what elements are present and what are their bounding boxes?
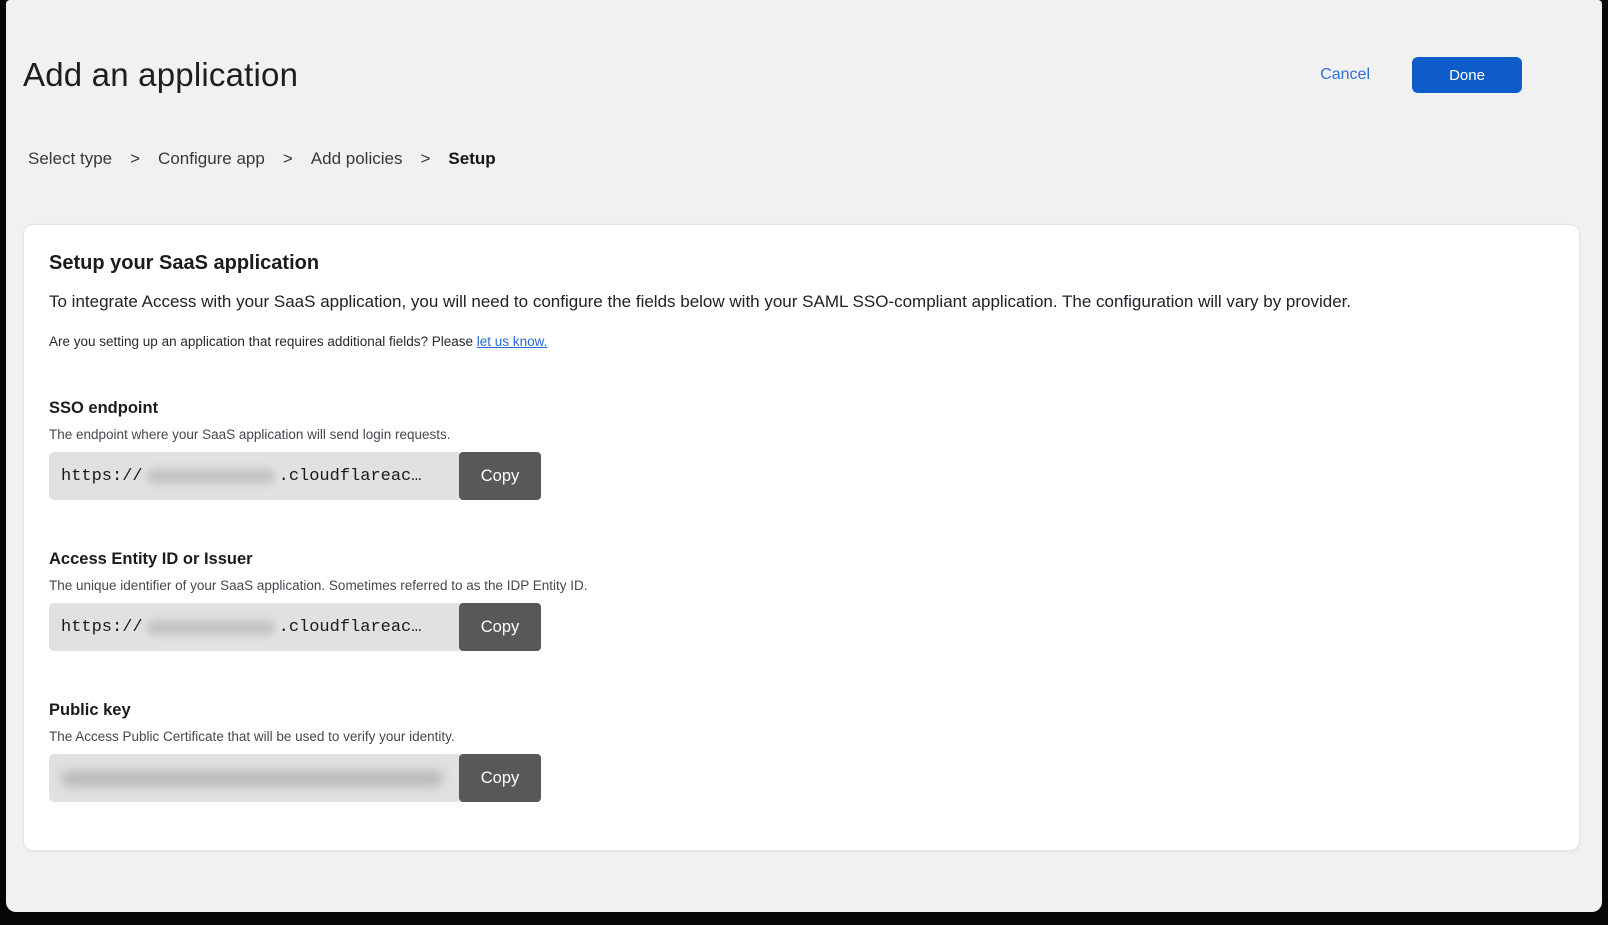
public-key-description: The Access Public Certificate that will … [49, 729, 1549, 744]
sso-endpoint-url-prefix: https:// [61, 467, 143, 486]
redacted-team-name [147, 620, 275, 635]
breadcrumb-step-add-policies[interactable]: Add policies [311, 149, 403, 169]
sso-endpoint-url-suffix: .cloudflareac… [279, 467, 422, 486]
app-window: Add an application Cancel Done Select ty… [6, 0, 1602, 912]
public-key-copy-button[interactable]: Copy [459, 754, 541, 802]
sso-endpoint-label: SSO endpoint [49, 399, 1549, 418]
access-entity-id-description: The unique identifier of your SaaS appli… [49, 578, 1549, 593]
public-key-value-row: Copy [49, 754, 541, 802]
page-header: Add an application Cancel Done [23, 56, 1522, 94]
access-entity-id-value-row: https:// .cloudflareac… Copy [49, 603, 541, 651]
public-key-value[interactable] [49, 754, 459, 802]
breadcrumb-step-select-type[interactable]: Select type [28, 149, 112, 169]
access-entity-id-url-suffix: .cloudflareac… [279, 618, 422, 637]
access-entity-id-copy-button[interactable]: Copy [459, 603, 541, 651]
page-title: Add an application [23, 56, 298, 94]
sso-endpoint-copy-button[interactable]: Copy [459, 452, 541, 500]
let-us-know-link[interactable]: let us know. [477, 334, 548, 349]
field-access-entity-id: Access Entity ID or Issuer The unique id… [49, 550, 1549, 651]
card-note-text: Are you setting up an application that r… [49, 334, 473, 349]
access-entity-id-label: Access Entity ID or Issuer [49, 550, 1549, 569]
breadcrumb-step-setup: Setup [448, 149, 495, 169]
access-entity-id-url-prefix: https:// [61, 618, 143, 637]
sso-endpoint-description: The endpoint where your SaaS application… [49, 427, 1549, 442]
breadcrumb-separator: > [283, 149, 293, 169]
card-note: Are you setting up an application that r… [49, 334, 1549, 349]
done-button[interactable]: Done [1412, 57, 1522, 93]
public-key-label: Public key [49, 701, 1549, 720]
header-actions: Cancel Done [1320, 57, 1522, 93]
card-heading: Setup your SaaS application [49, 252, 1549, 275]
redacted-certificate [61, 770, 443, 787]
card-description: To integrate Access with your SaaS appli… [49, 290, 1549, 314]
breadcrumb: Select type > Configure app > Add polici… [28, 149, 1602, 169]
redacted-team-name [147, 469, 275, 484]
sso-endpoint-value-row: https:// .cloudflareac… Copy [49, 452, 541, 500]
breadcrumb-step-configure-app[interactable]: Configure app [158, 149, 265, 169]
breadcrumb-separator: > [130, 149, 140, 169]
setup-card: Setup your SaaS application To integrate… [23, 224, 1580, 851]
breadcrumb-separator: > [420, 149, 430, 169]
field-public-key: Public key The Access Public Certificate… [49, 701, 1549, 802]
sso-endpoint-value[interactable]: https:// .cloudflareac… [49, 452, 459, 500]
field-sso-endpoint: SSO endpoint The endpoint where your Saa… [49, 399, 1549, 500]
cancel-button[interactable]: Cancel [1320, 66, 1370, 84]
access-entity-id-value[interactable]: https:// .cloudflareac… [49, 603, 459, 651]
